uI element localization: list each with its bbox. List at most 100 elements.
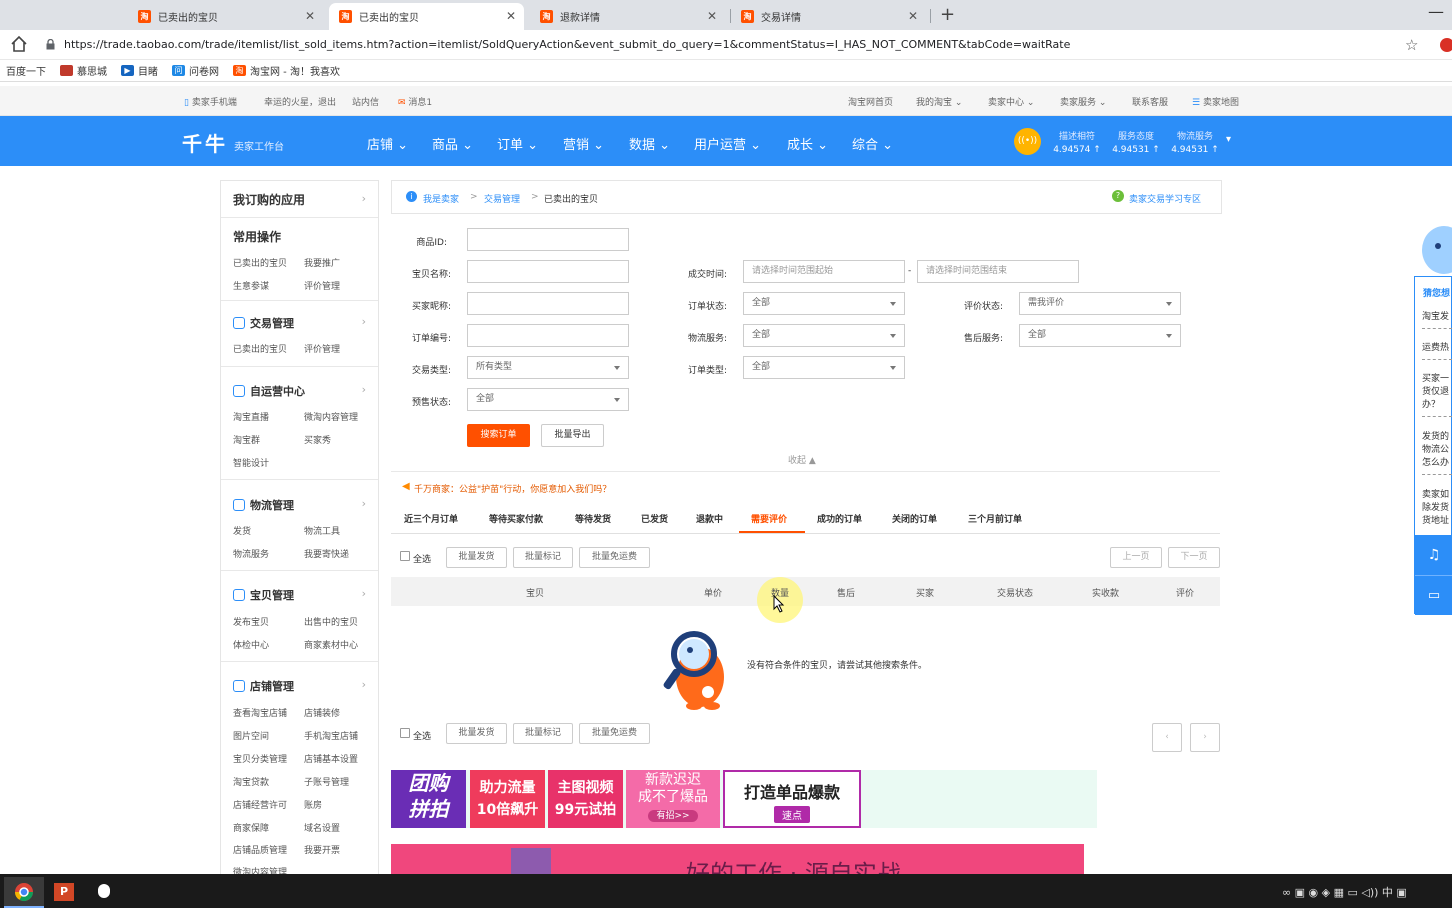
- nav-data[interactable]: 数据 ⌄: [629, 134, 670, 153]
- seller-service-link[interactable]: 卖家服务 ⌄: [1060, 95, 1106, 108]
- sidebar-link[interactable]: 物流服务: [233, 547, 269, 560]
- sidebar-link[interactable]: 评价管理: [304, 279, 340, 292]
- next-page-button[interactable]: 下一页: [1168, 547, 1220, 568]
- browser-tab[interactable]: 淘 已卖出的宝贝 ✕: [128, 3, 323, 30]
- nav-user-ops[interactable]: 用户运营 ⌄: [694, 134, 761, 153]
- close-icon[interactable]: ✕: [908, 9, 918, 23]
- bookmark-item[interactable]: 淘淘宝网 - 淘！我喜欢: [233, 63, 340, 78]
- order-no-input[interactable]: [467, 324, 629, 347]
- sidebar-link[interactable]: 手机淘宝店铺: [304, 729, 358, 742]
- sidebar-link[interactable]: 淘宝群: [233, 433, 260, 446]
- bell-icon[interactable]: ♫: [1415, 535, 1452, 575]
- deal-time-start-input[interactable]: 请选择时间范围起始: [743, 260, 905, 283]
- sidebar-link[interactable]: 发货: [233, 524, 251, 537]
- seller-center-link[interactable]: 卖家中心 ⌄: [988, 95, 1034, 108]
- tab-refunding[interactable]: 退款中: [696, 512, 723, 525]
- chevron-right-icon[interactable]: ›: [362, 383, 366, 396]
- bookmark-item[interactable]: ▶ 目睹: [121, 63, 158, 78]
- batch-ship-button[interactable]: 批量发货: [446, 723, 507, 744]
- prev-page-arrow-button[interactable]: ‹: [1152, 723, 1182, 752]
- tab-older-orders[interactable]: 三个月前订单: [968, 512, 1022, 525]
- sidebar-link[interactable]: 已卖出的宝贝: [233, 256, 287, 269]
- nav-orders[interactable]: 订单 ⌄: [497, 134, 538, 153]
- sidebar-link[interactable]: 图片空间: [233, 729, 269, 742]
- chat-icon[interactable]: ▭: [1415, 575, 1452, 615]
- user-logout-link[interactable]: 幸运的火星，退出: [264, 95, 336, 108]
- contact-link[interactable]: 联系客服: [1132, 95, 1168, 108]
- sidebar-link[interactable]: 我要推广: [304, 256, 340, 269]
- sidebar-link[interactable]: 子账号管理: [304, 775, 349, 788]
- bookmark-item[interactable]: 问问卷网: [172, 63, 219, 78]
- item-id-input[interactable]: [467, 228, 629, 251]
- qianniu-logo[interactable]: 千牛: [182, 128, 228, 157]
- batch-mark-button[interactable]: 批量标记: [513, 723, 573, 744]
- nav-shop[interactable]: 店铺 ⌄: [367, 134, 408, 153]
- sidebar-link[interactable]: 体检中心: [233, 638, 269, 651]
- tab-awaiting-shipment[interactable]: 等待发货: [575, 512, 611, 525]
- sidebar-link[interactable]: 账房: [304, 798, 322, 811]
- help-question[interactable]: 发货的物流公怎么办: [1422, 431, 1452, 475]
- shop-score-icon[interactable]: ((•)): [1014, 128, 1041, 155]
- tab-recent-orders[interactable]: 近三个月订单: [404, 512, 458, 525]
- breadcrumb-link[interactable]: 交易管理: [484, 192, 520, 205]
- help-question[interactable]: 买家一货仅退办？: [1422, 373, 1452, 417]
- breadcrumb-link[interactable]: 我是卖家: [423, 192, 459, 205]
- bookmark-item[interactable]: 百度一下: [6, 63, 46, 78]
- sidebar-link[interactable]: 出售中的宝贝: [304, 615, 358, 628]
- tab-closed[interactable]: 关闭的订单: [892, 512, 937, 525]
- sidebar-link[interactable]: 淘宝贷款: [233, 775, 269, 788]
- seller-mobile-link[interactable]: ▯ 卖家手机端: [184, 95, 237, 108]
- browser-tab[interactable]: 淘 退款详情 ✕: [530, 3, 725, 30]
- section-logistics-heading[interactable]: 物流管理: [233, 497, 294, 513]
- my-apps-heading[interactable]: 我订购的应用: [233, 191, 305, 208]
- select-all-checkbox[interactable]: [400, 728, 410, 738]
- assistant-mascot-icon[interactable]: [1420, 224, 1452, 278]
- sidebar-link[interactable]: 智能设计: [233, 456, 269, 469]
- tab-shipped[interactable]: 已发货: [641, 512, 668, 525]
- tab-awaiting-payment[interactable]: 等待买家付款: [489, 512, 543, 525]
- close-icon[interactable]: ✕: [506, 9, 516, 23]
- sidebar-link[interactable]: 商家素材中心: [304, 638, 358, 651]
- my-taobao-link[interactable]: 我的淘宝 ⌄: [916, 95, 962, 108]
- ad-hotitem-banner[interactable]: 打造单品爆款 速点: [723, 770, 861, 828]
- bookmark-item[interactable]: 慕思城: [60, 63, 107, 78]
- item-name-input[interactable]: [467, 260, 629, 283]
- sidebar-link[interactable]: 我要寄快递: [304, 547, 349, 560]
- order-status-select[interactable]: 全部: [743, 292, 905, 315]
- sidebar-link[interactable]: 店铺品质管理: [233, 843, 287, 856]
- new-tab-button[interactable]: +: [940, 4, 955, 25]
- system-tray-icons[interactable]: ∞ ▣ ◉ ◈ ▦ ▭ ◁)) 中 ▣: [1282, 884, 1407, 900]
- home-icon[interactable]: [10, 35, 28, 53]
- trade-type-select[interactable]: 所有类型: [467, 356, 629, 379]
- close-icon[interactable]: ✕: [707, 9, 717, 23]
- nav-marketing[interactable]: 营销 ⌄: [563, 134, 604, 153]
- section-trade-heading[interactable]: 交易管理: [233, 315, 294, 331]
- ad-newstyle-banner[interactable]: 新款迟迟 成不了爆品 有招>>: [626, 770, 720, 828]
- sitemap-link[interactable]: ☰ 卖家地图: [1192, 95, 1239, 108]
- sidebar-link[interactable]: 生意参谋: [233, 279, 269, 292]
- buyer-input[interactable]: [467, 292, 629, 315]
- help-question[interactable]: 运费热: [1422, 342, 1452, 360]
- taobao-home-link[interactable]: 淘宝网首页: [848, 95, 893, 108]
- sidebar-link[interactable]: 域名设置: [304, 821, 340, 834]
- chevron-right-icon[interactable]: ›: [362, 497, 366, 510]
- bookmark-star-icon[interactable]: ☆: [1405, 36, 1418, 54]
- powerpoint-taskbar-icon[interactable]: P: [44, 877, 84, 908]
- url-field[interactable]: https://trade.taobao.com/trade/itemlist/…: [64, 38, 1070, 51]
- sidebar-link[interactable]: 宝贝分类管理: [233, 752, 287, 765]
- chevron-right-icon[interactable]: ›: [362, 315, 366, 328]
- sidebar-link[interactable]: 店铺基本设置: [304, 752, 358, 765]
- tab-need-rating[interactable]: 需要评价: [751, 512, 787, 525]
- chevron-right-icon[interactable]: ›: [362, 587, 366, 600]
- close-icon[interactable]: ✕: [305, 9, 315, 23]
- rate-status-select[interactable]: 需我评价: [1019, 292, 1181, 315]
- section-selfops-heading[interactable]: 自运营中心: [233, 383, 305, 399]
- ad-training-banner[interactable]: 好的工作 · 源自实战: [391, 844, 1084, 874]
- sidebar-link[interactable]: 评价管理: [304, 342, 340, 355]
- ad-groupbuy-banner[interactable]: 团购 拼拍: [391, 770, 466, 828]
- sidebar-link[interactable]: 店铺经营许可: [233, 798, 287, 811]
- batch-free-shipping-button[interactable]: 批量免运费: [579, 723, 650, 744]
- sidebar-link[interactable]: 微淘内容管理: [304, 410, 358, 423]
- chevron-down-icon[interactable]: ▾: [1226, 134, 1231, 145]
- select-all-checkbox[interactable]: [400, 551, 410, 561]
